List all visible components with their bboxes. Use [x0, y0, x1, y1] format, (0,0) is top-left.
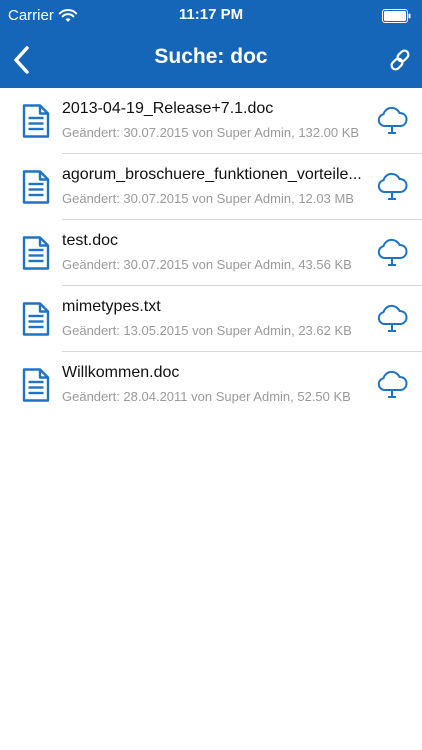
- header: Carrier 11:17 PM Suche: doc: [0, 0, 422, 88]
- document-icon: [22, 302, 50, 336]
- file-meta: Geändert: 13.05.2015 von Super Admin, 23…: [62, 323, 352, 338]
- file-meta: Geändert: 30.07.2015 von Super Admin, 12…: [62, 191, 354, 206]
- cloud-download-icon[interactable]: [376, 238, 408, 268]
- list-item[interactable]: mimetypes.txt Geändert: 13.05.2015 von S…: [0, 286, 422, 352]
- link-icon: [390, 49, 410, 71]
- cloud-download-icon[interactable]: [376, 304, 408, 334]
- cloud-download-icon[interactable]: [376, 172, 408, 202]
- status-time: 11:17 PM: [178, 6, 244, 23]
- status-bar: Carrier 11:17 PM: [0, 0, 422, 32]
- list-item[interactable]: 2013-04-19_Release+7.1.doc Geändert: 30.…: [0, 88, 422, 154]
- document-icon: [22, 368, 50, 402]
- list-item[interactable]: Willkommen.doc Geändert: 28.04.2011 von …: [0, 352, 422, 418]
- document-icon: [22, 236, 50, 270]
- search-results-list: 2013-04-19_Release+7.1.doc Geändert: 30.…: [0, 88, 422, 418]
- file-name: 2013-04-19_Release+7.1.doc: [62, 100, 274, 117]
- cloud-download-icon[interactable]: [376, 370, 408, 400]
- document-icon: [22, 104, 50, 138]
- page-title: Suche: doc: [154, 45, 268, 68]
- file-meta: Geändert: 30.07.2015 von Super Admin, 13…: [62, 125, 360, 140]
- list-item[interactable]: test.doc Geändert: 30.07.2015 von Super …: [0, 220, 422, 286]
- file-name: test.doc: [62, 232, 119, 249]
- nav-bar: Suche: doc: [0, 32, 422, 88]
- cloud-download-icon[interactable]: [376, 106, 408, 136]
- battery-icon: [382, 9, 411, 23]
- file-meta: Geändert: 28.04.2011 von Super Admin, 52…: [62, 389, 351, 404]
- chevron-left-icon: [14, 46, 29, 74]
- list-item[interactable]: agorum_broschuere_funktionen_vorteile...…: [0, 154, 422, 220]
- file-name: agorum_broschuere_funktionen_vorteile...: [62, 166, 362, 183]
- screen: Carrier 11:17 PM Suche: doc 2013-04-19_R…: [0, 0, 422, 750]
- file-name: mimetypes.txt: [62, 298, 161, 315]
- document-icon: [22, 170, 50, 204]
- share-link-button[interactable]: [384, 44, 416, 76]
- file-meta: Geändert: 30.07.2015 von Super Admin, 43…: [62, 257, 352, 272]
- file-name: Willkommen.doc: [62, 364, 180, 381]
- back-button[interactable]: [6, 40, 38, 80]
